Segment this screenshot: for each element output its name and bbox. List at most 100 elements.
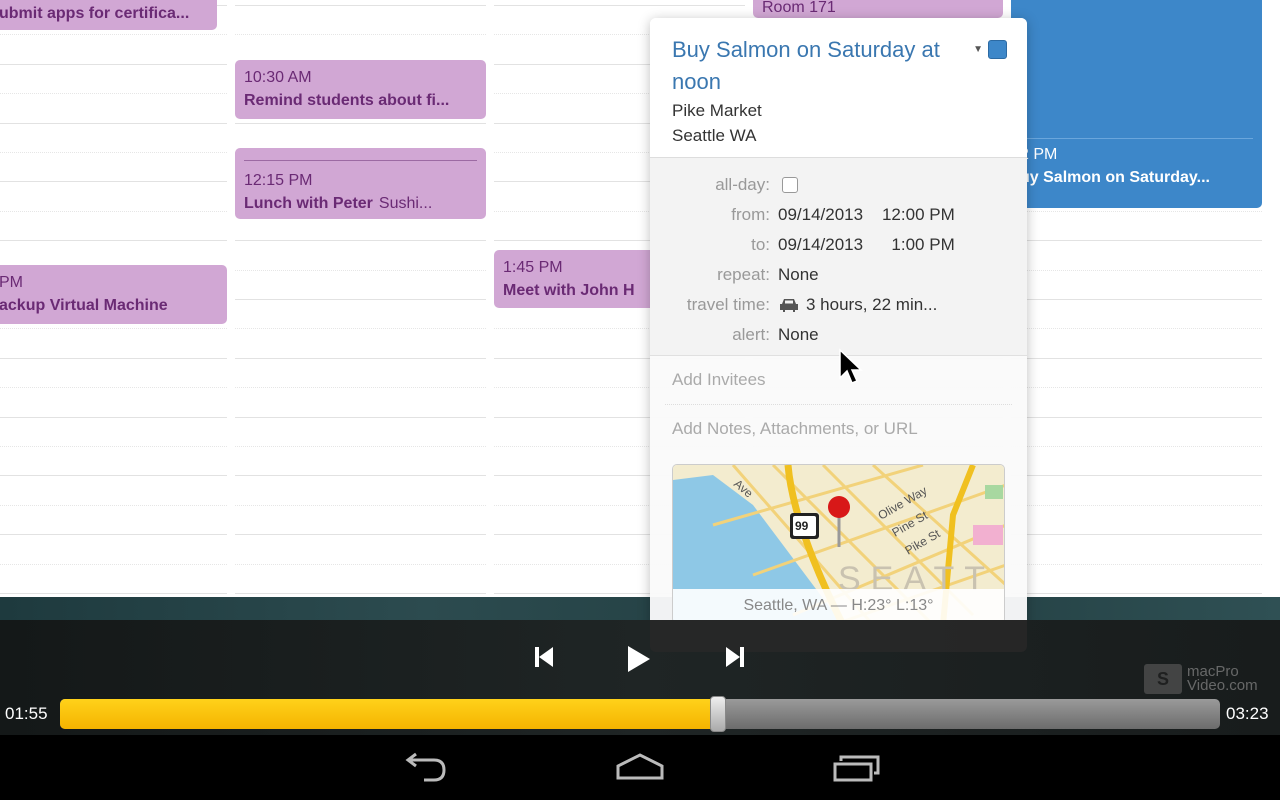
from-value[interactable]: 09/14/2013 12:00 PM xyxy=(778,205,955,225)
play-button[interactable] xyxy=(626,645,652,678)
calendar-event[interactable]: PM ackup Virtual Machine xyxy=(0,265,227,324)
hour-gridline xyxy=(0,123,227,124)
hour-gridline xyxy=(1011,534,1262,535)
hour-gridline xyxy=(235,240,486,241)
to-value[interactable]: 09/14/2013 1:00 PM xyxy=(778,235,955,255)
map-weather-caption: Seattle, WA — H:23° L:13° xyxy=(673,589,1004,623)
hour-gridline xyxy=(0,475,227,476)
hour-gridline xyxy=(235,534,486,535)
desktop-background xyxy=(0,597,1280,620)
repeat-value[interactable]: None xyxy=(778,265,819,285)
allday-checkbox[interactable] xyxy=(782,177,798,193)
hour-gridline xyxy=(1011,328,1262,329)
event-time: 12:15 PM xyxy=(244,172,313,189)
event-name-text: Lunch with Peter xyxy=(244,195,373,212)
hour-gridline xyxy=(0,564,227,565)
add-notes-field[interactable]: Add Notes, Attachments, or URL xyxy=(665,404,1012,452)
calendar-event[interactable]: 12:15 PM Lunch with Peter Sushi... xyxy=(235,148,486,219)
travel-time-value[interactable]: 3 hours, 22 min... xyxy=(806,295,937,315)
hour-gridline xyxy=(1011,564,1262,565)
event-name: Lunch with Peter Sushi... xyxy=(244,192,477,215)
hour-gridline xyxy=(0,358,227,359)
hour-gridline xyxy=(0,593,227,594)
hour-gridline xyxy=(1011,299,1262,300)
event-name: Room 171 xyxy=(762,0,994,18)
dropdown-triangle-icon: ▼ xyxy=(973,44,983,55)
home-icon[interactable] xyxy=(614,752,666,789)
event-name-text: Meet with John H xyxy=(503,282,635,299)
hour-gridline xyxy=(235,505,486,506)
hour-gridline xyxy=(0,240,227,241)
event-name-text: Room 171 xyxy=(762,0,836,16)
calendar-event[interactable]: Room 171 xyxy=(753,0,1003,18)
event-title[interactable]: Buy Salmon on Saturday at noon xyxy=(672,34,952,98)
alert-value[interactable]: None xyxy=(778,325,819,345)
hour-gridline xyxy=(0,417,227,418)
hour-gridline xyxy=(235,387,486,388)
elapsed-time: 01:55 xyxy=(5,704,48,723)
hour-gridline xyxy=(1011,593,1262,594)
hour-gridline xyxy=(0,534,227,535)
hour-gridline xyxy=(0,64,227,65)
calendar-color-swatch xyxy=(988,40,1007,59)
hour-gridline xyxy=(235,34,486,35)
seek-progress xyxy=(60,699,718,729)
calendar-picker[interactable]: ▼ xyxy=(973,40,1007,59)
hour-gridline xyxy=(494,5,745,6)
recent-apps-icon[interactable] xyxy=(832,752,882,789)
map-pin-icon xyxy=(828,496,850,518)
event-name-text: Remind students about fi... xyxy=(244,92,450,109)
hour-gridline xyxy=(0,387,227,388)
calendar-event[interactable]: 10:30 AM Remind students about fi... xyxy=(235,60,486,119)
hour-gridline xyxy=(1011,417,1262,418)
hour-gridline xyxy=(0,152,227,153)
hour-gridline xyxy=(235,446,486,447)
hour-gridline xyxy=(235,475,486,476)
back-icon[interactable] xyxy=(400,752,448,789)
hour-gridline xyxy=(235,417,486,418)
hour-gridline xyxy=(0,505,227,506)
alert-label: alert: xyxy=(732,325,770,344)
hour-gridline xyxy=(1011,240,1262,241)
event-time: 10:30 AM xyxy=(244,69,312,86)
hour-gridline xyxy=(0,34,227,35)
hour-gridline xyxy=(0,93,227,94)
event-time: PM xyxy=(0,274,23,291)
hour-gridline xyxy=(1011,475,1262,476)
event-name: Remind students about fi... xyxy=(244,89,477,112)
hour-gridline xyxy=(235,123,486,124)
hour-gridline xyxy=(1011,270,1262,271)
highway-99-shield: 99 xyxy=(795,519,809,533)
calendar-event[interactable]: ubmit apps for certifica... xyxy=(0,0,217,30)
seek-thumb[interactable] xyxy=(709,696,726,732)
previous-button[interactable] xyxy=(533,645,555,674)
from-label: from: xyxy=(731,205,770,224)
allday-label: all-day: xyxy=(715,175,770,194)
hour-gridline xyxy=(235,564,486,565)
macprovideo-logo: SmacPro Video.com xyxy=(1144,664,1258,694)
event-name-text: ubmit apps for certifica... xyxy=(0,5,190,22)
hour-gridline xyxy=(235,358,486,359)
calendar-event[interactable]: 2 PM uy Salmon on Saturday... xyxy=(1011,0,1262,208)
hour-gridline xyxy=(1011,358,1262,359)
car-icon xyxy=(778,297,800,313)
seek-bar[interactable] xyxy=(60,699,1220,729)
popover-header: Buy Salmon on Saturday at noon Pike Mark… xyxy=(650,18,1027,158)
hour-gridline xyxy=(1011,505,1262,506)
event-name: ubmit apps for certifica... xyxy=(0,2,208,25)
event-location-line2[interactable]: Seattle WA xyxy=(672,123,1005,148)
to-label: to: xyxy=(751,235,770,254)
location-map[interactable]: Olive Way Pine St Pike St Ave 99 SEATT S… xyxy=(672,464,1005,624)
mouse-cursor-icon xyxy=(838,348,864,393)
event-name: ackup Virtual Machine xyxy=(0,294,218,317)
hour-gridline xyxy=(0,211,227,212)
hour-gridline xyxy=(0,328,227,329)
event-details: all-day: from: 09/14/2013 12:00 PM to: 09/… xyxy=(650,158,1027,356)
event-location-line1[interactable]: Pike Market xyxy=(672,98,1005,123)
event-time: 2 PM xyxy=(1020,146,1058,163)
calendar-week-view: ubmit apps for certifica... 10:30 AM Remin… xyxy=(0,0,1280,597)
event-name-text: ackup Virtual Machine xyxy=(0,297,168,314)
next-button[interactable] xyxy=(724,645,746,674)
event-location: Sushi... xyxy=(378,195,433,212)
hour-gridline xyxy=(235,593,486,594)
